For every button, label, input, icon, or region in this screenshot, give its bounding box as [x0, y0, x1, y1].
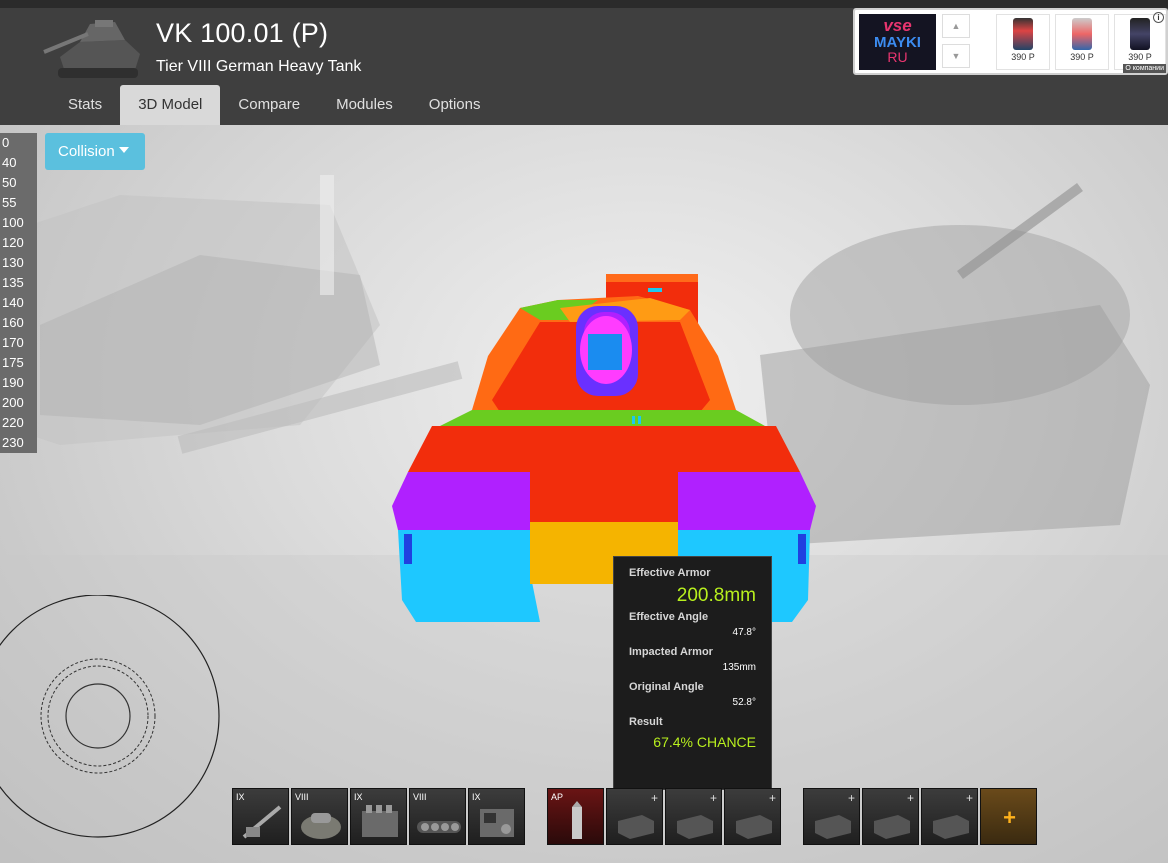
result-label: Result — [629, 716, 663, 728]
armor-tooltip: Effective Armor 200.8mm Effective Angle … — [613, 556, 772, 790]
module-slot-radio[interactable]: IX — [468, 788, 525, 845]
empty-box-icon — [815, 815, 851, 839]
ad-price: 390 Р — [1011, 52, 1035, 62]
plus-icon: + — [1003, 805, 1016, 830]
original-angle-label: Original Angle — [629, 681, 704, 693]
consumable-slot-empty[interactable]: + — [724, 788, 781, 845]
armor-scale-value: 40 — [2, 155, 17, 170]
armor-scale-value: 175 — [2, 355, 24, 370]
empty-box-icon — [933, 815, 969, 839]
phone-case-icon — [1072, 18, 1092, 50]
armor-scale-value: 160 — [2, 315, 24, 330]
armor-scale-value: 230 — [2, 435, 24, 450]
module-slot-engine[interactable]: IX — [350, 788, 407, 845]
empty-box-icon — [874, 815, 910, 839]
tab-stats[interactable]: Stats — [50, 85, 120, 125]
ad-logo-line3: RU — [887, 49, 908, 65]
armor-scale-value: 170 — [2, 335, 24, 350]
tab-options[interactable]: Options — [411, 85, 499, 125]
armor-scale-value: 130 — [2, 255, 24, 270]
ad-product[interactable]: 390 Р — [1055, 14, 1109, 70]
ad-down-arrow-icon[interactable]: ▼ — [942, 44, 970, 68]
reticle-indicator — [0, 595, 220, 838]
collision-dropdown-button[interactable]: Collision — [45, 133, 145, 170]
empty-box-icon — [736, 815, 772, 839]
armor-scale: 0 40 50 55 100 120 130 135 140 160 170 1… — [0, 133, 37, 453]
result-value: 67.4% CHANCE — [653, 734, 756, 750]
ad-logo-line1: vse — [883, 16, 912, 35]
phone-case-icon — [1013, 18, 1033, 50]
engine-icon — [362, 805, 398, 837]
consumable-slot-empty[interactable]: + — [606, 788, 663, 845]
effective-angle-value: 47.8° — [732, 627, 756, 638]
ad-price: 390 Р — [1128, 52, 1152, 62]
ad-product[interactable]: 390 Р — [996, 14, 1050, 70]
tab-bar: Stats 3D Model Compare Modules Options — [50, 85, 499, 125]
ammo-slot-ap[interactable]: AP — [547, 788, 604, 845]
equipment-slot-empty[interactable]: + — [862, 788, 919, 845]
armor-scale-value: 200 — [2, 395, 24, 410]
consumable-slot-empty[interactable]: + — [665, 788, 722, 845]
gun-icon — [242, 805, 282, 839]
armor-scale-value: 120 — [2, 235, 24, 250]
empty-box-icon — [677, 815, 713, 839]
add-crew-skill-button[interactable]: + — [980, 788, 1037, 845]
effective-armor-value: 200.8mm — [676, 585, 756, 606]
ad-info-icon[interactable]: i — [1153, 12, 1164, 23]
armor-scale-value: 55 — [2, 195, 17, 210]
ad-price: 390 Р — [1070, 52, 1094, 62]
armor-scale-value: 135 — [2, 275, 24, 290]
tank-subtitle: Tier VIII German Heavy Tank — [156, 58, 362, 75]
ad-logo-line2: MAYKI — [874, 34, 921, 51]
advertisement-banner[interactable]: vse MAYKI RU ▲ ▼ 390 Р 390 Р 390 Р i О к… — [853, 8, 1168, 75]
module-slot-turret[interactable]: VIII — [291, 788, 348, 845]
ad-up-arrow-icon[interactable]: ▲ — [942, 14, 970, 38]
impacted-armor-label: Impacted Armor — [629, 646, 713, 658]
tab-modules[interactable]: Modules — [318, 85, 411, 125]
collision-label: Collision — [58, 143, 115, 160]
turret-icon — [301, 813, 341, 839]
effective-angle-label: Effective Angle — [629, 611, 709, 623]
tab-3d-model[interactable]: 3D Model — [120, 85, 221, 125]
tank-thumbnail-icon — [43, 20, 140, 78]
tab-compare[interactable]: Compare — [220, 85, 318, 125]
impacted-armor-value: 135mm — [722, 662, 756, 673]
armor-scale-value: 0 — [2, 135, 10, 150]
ad-arrows: ▲ ▼ — [942, 14, 970, 70]
caret-down-icon — [118, 147, 129, 153]
armor-scale-value: 100 — [2, 215, 24, 230]
equipment-slot-empty[interactable]: + — [803, 788, 860, 845]
empty-box-icon — [618, 815, 654, 839]
radio-icon — [480, 809, 514, 837]
module-slot-gun[interactable]: IX — [232, 788, 289, 845]
module-slot-suspension[interactable]: VIII — [409, 788, 466, 845]
tank-name: VK 100.01 (P) — [156, 18, 329, 48]
equipment-slot-empty[interactable]: + — [921, 788, 978, 845]
ad-about-link[interactable]: О компании — [1123, 64, 1166, 73]
armor-scale-value: 140 — [2, 295, 24, 310]
suspension-icon — [417, 821, 461, 833]
armor-scale-value: 190 — [2, 375, 24, 390]
ad-logo[interactable]: vse MAYKI RU — [859, 14, 936, 70]
armor-scale-value: 50 — [2, 175, 17, 190]
effective-armor-label: Effective Armor — [629, 567, 711, 579]
phone-case-icon — [1130, 18, 1150, 50]
armor-scale-value: 220 — [2, 415, 24, 430]
shell-icon — [572, 801, 582, 839]
original-angle-value: 52.8° — [732, 697, 756, 708]
